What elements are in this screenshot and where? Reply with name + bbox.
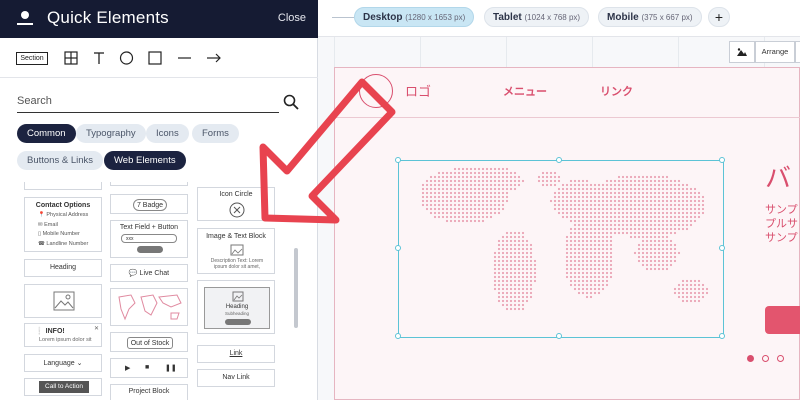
contact-line-mobile: ▯ Mobile Number: [38, 231, 80, 237]
info-alert-title: ❕ INFO!: [35, 328, 65, 335]
element-card-live-chat[interactable]: 💬 Live Chat: [110, 264, 188, 282]
app-logo-icon: [17, 11, 33, 25]
device-tab-desktop[interactable]: Desktop (1280 x 1653 px): [354, 7, 475, 27]
quick-elements-panel: Quick Elements Close Section Search Comm…: [0, 0, 318, 400]
element-card-language[interactable]: Language ⌄: [24, 354, 102, 372]
arrow-tool-icon[interactable]: [206, 50, 222, 66]
hero-sub-line-3: サンプ: [765, 232, 798, 244]
page-header: ロゴ メニュー リンク: [335, 68, 800, 118]
contact-line-landline: ☎ Landline Number: [38, 240, 89, 247]
element-card-nav-link[interactable]: Nav Link: [197, 369, 275, 387]
device-tab-mobile[interactable]: Mobile (375 x 667 px): [598, 7, 702, 27]
slider-dot-3[interactable]: [777, 355, 784, 362]
element-card-badge[interactable]: 7 Badge: [110, 194, 188, 214]
hero-title: バ: [765, 163, 792, 193]
circle-tool-icon[interactable]: [119, 50, 134, 66]
hero-cta-button[interactable]: [765, 306, 800, 334]
search-field: [17, 90, 279, 113]
resize-handle-top-left[interactable]: [395, 157, 401, 163]
device-tab-tablet[interactable]: Tablet (1024 x 768 px): [484, 7, 590, 27]
overflow-button[interactable]: [795, 41, 800, 63]
world-map-element[interactable]: [395, 157, 725, 339]
add-device-button[interactable]: +: [708, 7, 730, 27]
elements-grid: Contact Options 📍 Physical Address ✉ Ema…: [0, 182, 318, 400]
element-card-partial[interactable]: [24, 182, 102, 190]
contact-options-title: Contact Options: [35, 202, 91, 209]
play-icon: ▶: [125, 365, 131, 372]
element-card-heading[interactable]: Heading: [24, 259, 102, 277]
mini-submit-button: [137, 246, 163, 253]
element-card-call-to-action[interactable]: Call to Action: [24, 378, 102, 396]
table-icon[interactable]: [64, 50, 78, 66]
panel-scrollbar[interactable]: [294, 248, 298, 328]
filter-chip-common[interactable]: Common: [17, 124, 76, 143]
filter-chip-forms[interactable]: Forms: [192, 124, 239, 143]
chevron-down-icon: ⌄: [76, 360, 83, 367]
text-tool-icon[interactable]: [92, 50, 106, 66]
resize-handle-bottom[interactable]: [556, 333, 562, 339]
element-card-image-heading[interactable]: Heading Subheading: [197, 280, 275, 334]
element-card-map[interactable]: [110, 288, 188, 326]
close-button[interactable]: Close: [278, 12, 306, 24]
element-card-contact-options[interactable]: Contact Options 📍 Physical Address ✉ Ema…: [24, 197, 102, 252]
contact-line-email: ✉ Email: [38, 221, 58, 228]
dotted-world-map: [421, 167, 709, 311]
element-card-out-of-stock[interactable]: Out of Stock: [110, 332, 188, 352]
element-card-image[interactable]: [24, 284, 102, 318]
nav-menu-link[interactable]: メニュー: [503, 83, 547, 99]
device-toolbar: Desktop (1280 x 1653 px) Tablet (1024 x …: [318, 0, 800, 37]
line-tool-icon[interactable]: [177, 50, 192, 66]
close-circle-icon: [229, 202, 245, 218]
mountain-image-icon: [737, 48, 747, 56]
slider-dot-2[interactable]: [762, 355, 769, 362]
image-placeholder-icon: [53, 291, 75, 311]
image-placeholder-icon: [230, 244, 244, 256]
filter-chip-buttons-links[interactable]: Buttons & Links: [17, 151, 104, 170]
element-card-project-block[interactable]: Project Block: [110, 384, 188, 400]
element-card-link[interactable]: Link: [197, 345, 275, 363]
resize-handle-left[interactable]: [395, 245, 401, 251]
element-card-text-field-button[interactable]: Text Field + Button xxx: [110, 220, 188, 258]
nav-logo-text[interactable]: ロゴ: [405, 81, 431, 100]
element-card-media-player[interactable]: ▶ ■ ❚❚: [110, 358, 188, 378]
slider-dot-1[interactable]: [747, 355, 754, 362]
resize-handle-bottom-right[interactable]: [719, 333, 725, 339]
info-close-icon: ✕: [93, 326, 99, 332]
search-input[interactable]: [17, 90, 279, 112]
chat-bubble-icon: 💬: [128, 270, 138, 277]
shape-toolbar: Section: [0, 38, 318, 78]
stop-icon: ■: [145, 364, 150, 371]
resize-handle-right[interactable]: [719, 245, 725, 251]
element-card-info-alert[interactable]: ❕ INFO! ✕ Lorem ipsum dolor sit: [24, 323, 102, 347]
resize-handle-top[interactable]: [556, 157, 562, 163]
filter-chip-icons[interactable]: Icons: [146, 124, 189, 143]
panel-header: Quick Elements Close: [0, 0, 318, 38]
hero-sub-line-2: プルサ: [765, 218, 798, 230]
filter-chip-web-elements[interactable]: Web Elements: [104, 151, 186, 170]
image-placeholder-icon: [232, 291, 244, 302]
element-card-icon-circle[interactable]: Icon Circle: [197, 187, 275, 221]
logo-circle[interactable]: [359, 74, 393, 108]
rectangle-tool-icon[interactable]: [148, 50, 162, 66]
resize-handle-bottom-left[interactable]: [395, 333, 401, 339]
panel-title: Quick Elements: [47, 8, 169, 27]
element-card-partial-2[interactable]: [110, 182, 188, 186]
nav-link-item[interactable]: リンク: [600, 83, 633, 99]
image-tool-button[interactable]: [729, 41, 755, 63]
mini-world-map: [118, 294, 182, 321]
search-icon[interactable]: [283, 94, 299, 110]
hero-sub-line-1: サンプ: [765, 204, 798, 216]
pause-icon: ❚❚: [165, 365, 177, 372]
element-card-image-text-block[interactable]: Image & Text Block Description Text: Lor…: [197, 228, 275, 274]
filter-chip-typography[interactable]: Typography: [76, 124, 146, 143]
design-canvas[interactable]: Arrange ロゴ メニュー リンク バ サンプ プルサ サンプ: [318, 37, 800, 400]
page-preview[interactable]: ロゴ メニュー リンク バ サンプ プルサ サンプ: [334, 67, 800, 400]
contact-line-address: 📍 Physical Address: [38, 212, 89, 218]
resize-handle-top-right[interactable]: [719, 157, 725, 163]
section-tool[interactable]: Section: [16, 52, 48, 65]
arrange-button[interactable]: Arrange: [755, 41, 795, 63]
